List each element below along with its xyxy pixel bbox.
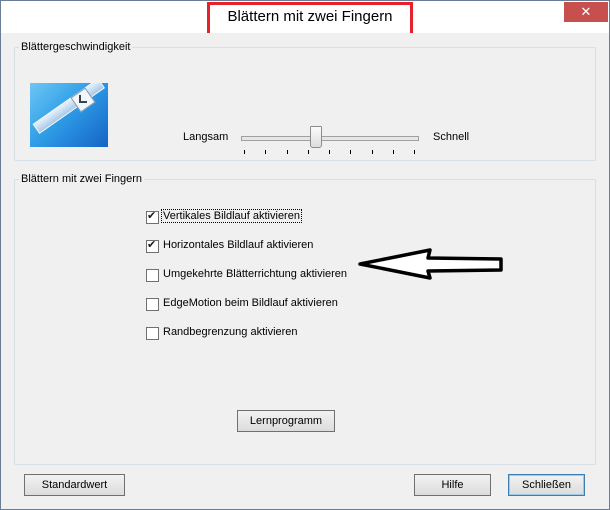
speed-slider-tick xyxy=(244,150,245,154)
annotation-arrow-shape xyxy=(358,248,503,280)
speed-slider-tick xyxy=(414,150,415,154)
slow-label: Langsam xyxy=(183,131,229,143)
help-button[interactable]: Hilfe xyxy=(414,474,491,496)
fast-label: Schnell xyxy=(433,131,470,143)
close-window-button[interactable]: ✕ xyxy=(564,2,608,22)
speed-slider-thumb[interactable] xyxy=(309,126,322,148)
speed-slider-tick xyxy=(329,150,330,154)
reverse-direction-label: Umgekehrte Blätterrichtung aktivieren xyxy=(163,268,348,280)
scroll-speed-legend: Blättergeschwindigkeit xyxy=(21,41,131,53)
speed-slider-tick xyxy=(392,150,394,154)
speed-slider-tick xyxy=(265,150,267,154)
tutorial-button[interactable]: Lernprogramm xyxy=(237,410,335,432)
edge-limit-checkbox[interactable] xyxy=(146,327,159,340)
edgemotion-checkbox[interactable] xyxy=(146,298,159,311)
annotation-arrow-icon xyxy=(358,248,503,280)
default-values-button[interactable]: Standardwert xyxy=(24,474,125,496)
two-finger-legend: Blättern mit zwei Fingern xyxy=(21,173,143,185)
dialog-window: Blättern mit zwei Fingern ✕ Blättergesch… xyxy=(0,0,610,510)
title-bar: Blättern mit zwei Fingern ✕ xyxy=(1,1,609,36)
horizontal-scroll-checkbox[interactable] xyxy=(146,238,159,253)
two-finger-scroll-group: Blättern mit zwei Fingern Vertikales Bil… xyxy=(14,173,596,465)
dialog-client-area: Blättergeschwindigkeit Langsam Schnell B… xyxy=(8,33,602,502)
horizontal-scroll-label: Horizontales Bildlauf aktivieren xyxy=(163,239,314,251)
edgemotion-label: EdgeMotion beim Bildlauf aktivieren xyxy=(163,297,338,309)
vertical-scroll-label: Vertikales Bildlauf aktivieren xyxy=(161,209,302,223)
reverse-direction-checkbox[interactable] xyxy=(146,269,159,282)
speed-slider-tick xyxy=(307,150,309,154)
speed-slider-tick xyxy=(286,150,288,154)
edge-limit-label: Randbegrenzung aktivieren xyxy=(163,326,298,338)
touchpad-scroll-illustration-icon xyxy=(30,83,108,147)
scroll-speed-group: Blättergeschwindigkeit Langsam Schnell xyxy=(14,41,596,161)
vertical-scroll-checkbox[interactable] xyxy=(146,209,159,224)
title-highlight-box xyxy=(207,2,413,36)
close-button[interactable]: Schließen xyxy=(508,474,585,496)
speed-slider-track[interactable] xyxy=(241,136,419,141)
speed-slider-tick xyxy=(371,150,373,154)
speed-slider-tick xyxy=(350,150,352,154)
